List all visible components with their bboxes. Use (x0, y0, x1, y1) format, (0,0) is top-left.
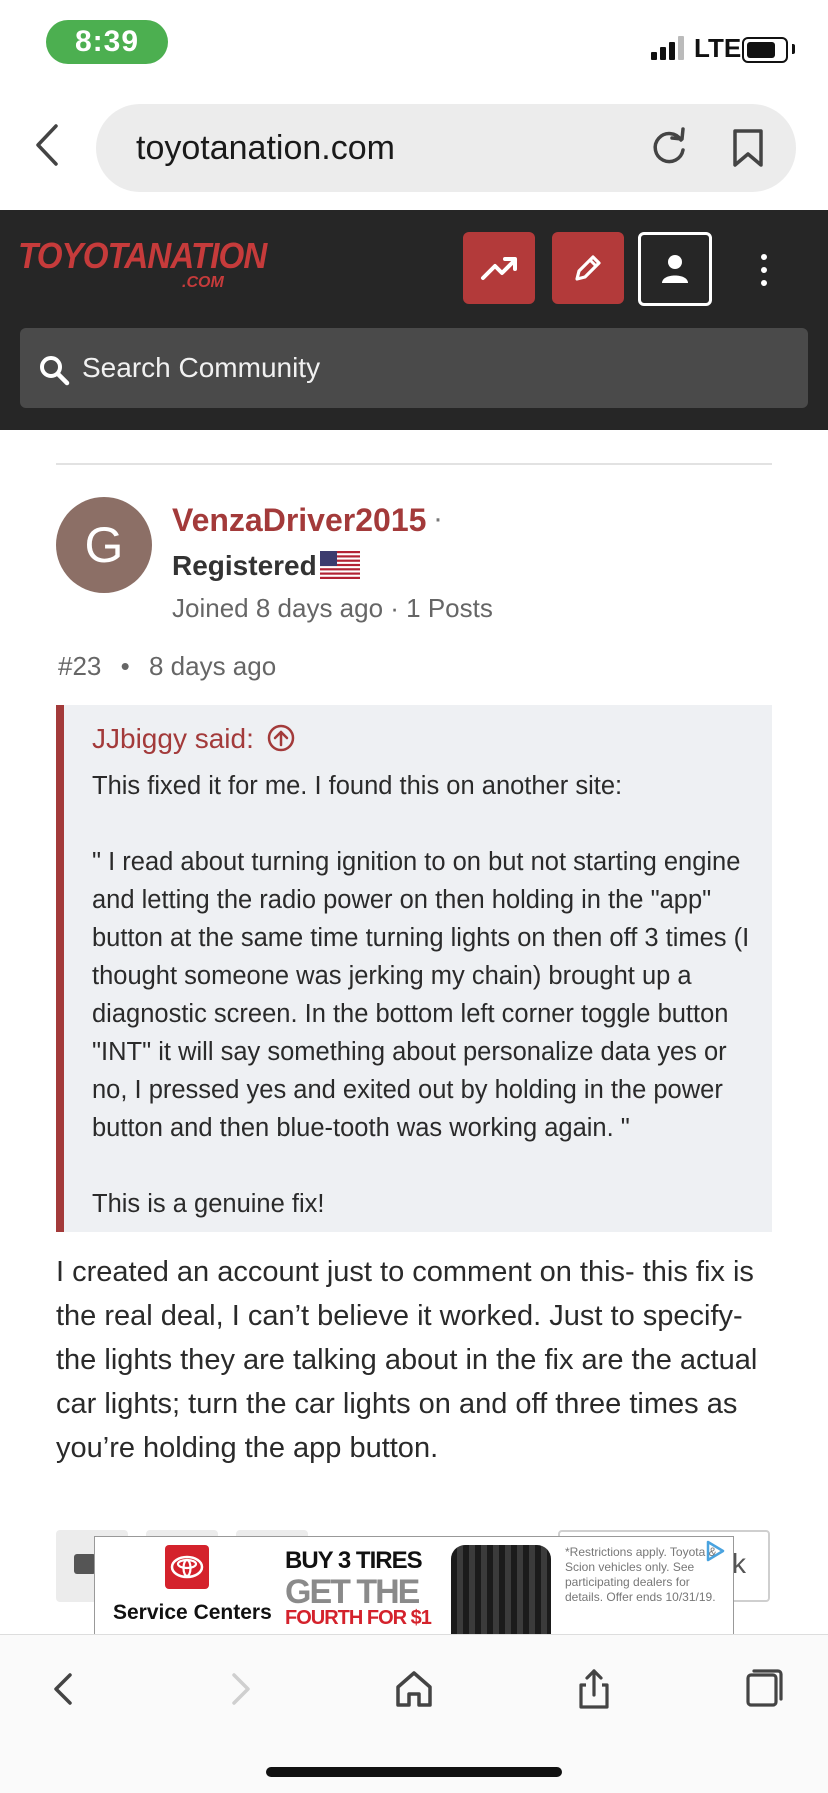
logo-sub-text: .COM (182, 274, 224, 291)
trending-button[interactable] (463, 232, 535, 304)
home-indicator[interactable] (266, 1767, 562, 1777)
ad-headline-3: FOURTH FOR $1 (285, 1607, 432, 1629)
search-input[interactable]: Search Community (20, 328, 808, 408)
new-post-button[interactable] (552, 232, 624, 304)
back-icon[interactable] (42, 1667, 86, 1711)
site-header: TOYOTANATION .COM Search Community (0, 210, 828, 430)
quote-attribution[interactable]: JJbiggy said: (92, 723, 254, 755)
us-flag-icon (320, 551, 360, 579)
url-bar[interactable]: toyotanation.com (96, 104, 796, 192)
post-meta: #23 • 8 days ago (58, 651, 276, 682)
search-placeholder: Search Community (82, 352, 321, 383)
status-time: 8:39 (46, 20, 168, 64)
site-logo[interactable]: TOYOTANATION .COM (18, 235, 288, 292)
ad-banner[interactable]: Service Centers BUY 3 TIRES GET THE FOUR… (94, 1536, 734, 1637)
ad-fine-print: *Restrictions apply. Toyota & Scion vehi… (565, 1545, 717, 1604)
ad-brand-label: Service Centers (113, 1601, 272, 1624)
adchoices-icon[interactable] (703, 1539, 727, 1563)
status-bar: 8:39 LTE (0, 0, 828, 90)
tire-image (451, 1545, 551, 1637)
quote-block: JJbiggy said: This fixed it for me. I fo… (56, 705, 772, 1232)
home-icon[interactable] (392, 1667, 436, 1711)
person-icon (662, 255, 688, 283)
reload-icon[interactable] (648, 126, 690, 168)
avatar[interactable]: G (56, 497, 152, 593)
forward-icon[interactable] (218, 1667, 262, 1711)
tabs-icon[interactable] (742, 1667, 786, 1711)
toyota-logo-icon (165, 1545, 209, 1589)
author-separator: · (433, 502, 443, 535)
quote-text: This fixed it for me. I found this on an… (92, 772, 750, 1218)
trending-icon (481, 257, 517, 280)
pencil-icon (575, 255, 601, 281)
post-body: I created an account just to comment on … (56, 1256, 758, 1464)
arrow-up-circle-icon[interactable] (266, 723, 296, 753)
search-icon (40, 356, 70, 386)
ad-headline-1: BUY 3 TIRES (285, 1547, 423, 1574)
url-text: toyotanation.com (136, 129, 395, 167)
divider (56, 463, 772, 465)
battery-cap (792, 44, 795, 54)
author-name[interactable]: VenzaDriver2015 (172, 502, 426, 539)
author-joined-info: Joined 8 days ago · 1 Posts (172, 593, 493, 623)
reply-button-label: k (732, 1548, 746, 1579)
share-icon[interactable] (572, 1667, 616, 1711)
bookmark-icon[interactable] (732, 128, 764, 168)
network-label: LTE (694, 33, 742, 63)
chevron-left-icon[interactable] (34, 124, 60, 166)
post-meta-separator: • (120, 651, 130, 681)
signal-icon (651, 36, 687, 60)
post-time[interactable]: 8 days ago (149, 651, 276, 681)
more-vertical-icon[interactable] (748, 240, 780, 300)
account-button[interactable] (638, 232, 712, 306)
logo-main-text: TOYOTANATION (18, 235, 267, 276)
post-number[interactable]: #23 (58, 651, 101, 681)
comment-icon (74, 1554, 96, 1574)
battery-icon (742, 37, 788, 63)
author-role: Registered (172, 550, 317, 581)
